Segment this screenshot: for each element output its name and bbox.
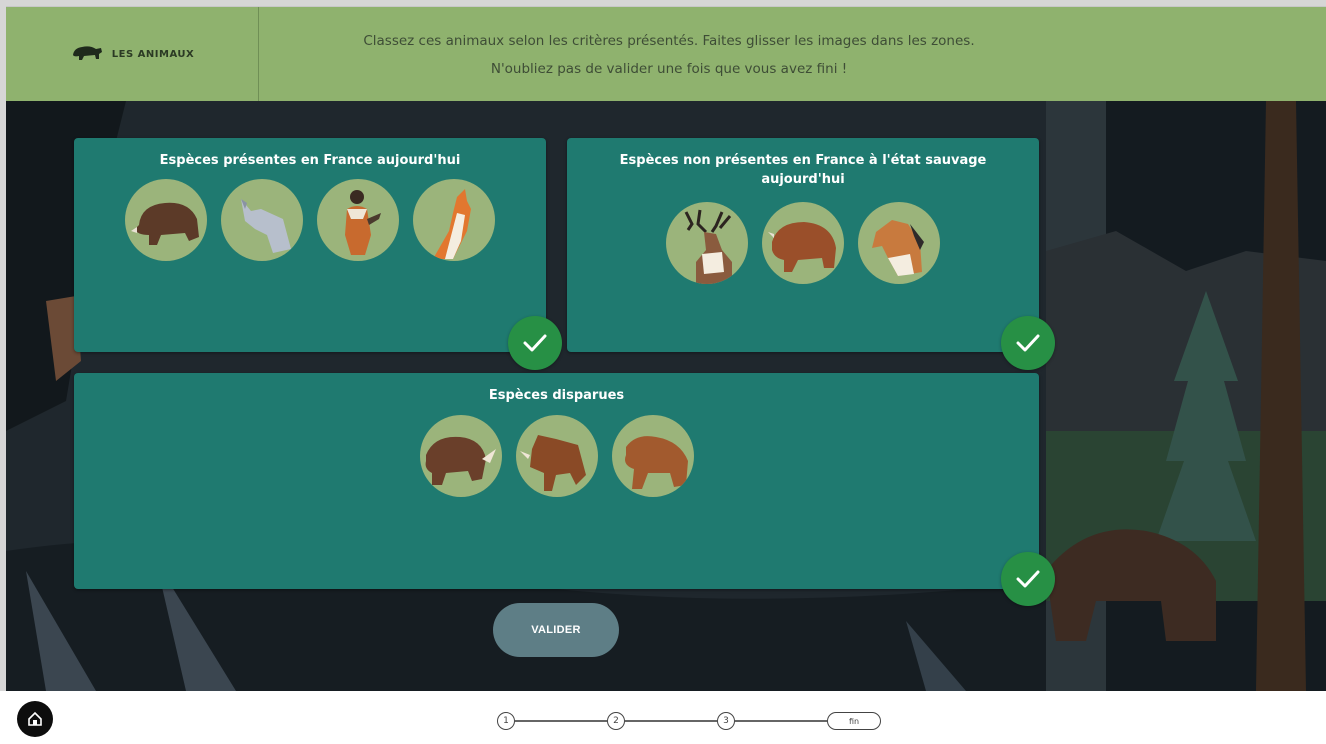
animal-card-chamois[interactable]	[413, 179, 495, 261]
step-connector	[625, 720, 717, 722]
home-icon	[28, 711, 42, 726]
human-icon	[345, 190, 381, 255]
instruction-line-1: Classez ces animaux selon les critères p…	[363, 32, 975, 49]
zone-1-validated-check-icon	[508, 316, 562, 370]
animal-card-cave-bear[interactable]	[611, 415, 694, 497]
step-connector	[735, 720, 827, 722]
step-connector	[515, 720, 607, 722]
progress-steps: 1 2 3 fin	[497, 709, 881, 733]
valider-button[interactable]: VALIDER	[493, 603, 619, 657]
home-button[interactable]	[17, 701, 53, 737]
animal-card-aurochs[interactable]	[515, 415, 598, 497]
instructions: Classez ces animaux selon les critères p…	[259, 7, 1079, 102]
bison-icon	[768, 222, 836, 272]
animal-card-bison[interactable]	[762, 202, 844, 284]
drop-zone-not-wild-in-france[interactable]: Espèces non présentes en France à l'état…	[567, 138, 1039, 352]
chamois-icon	[433, 189, 471, 259]
step-fin[interactable]: fin	[827, 712, 881, 730]
wild-boar-icon	[131, 202, 199, 245]
brand-label: LES ANIMAUX	[111, 49, 195, 60]
woolly-rhinoceros-icon	[425, 436, 496, 485]
zone-title: Espèces disparues	[488, 388, 625, 403]
brand: LES ANIMAUX	[6, 7, 259, 102]
zone-title: Espèces présentes en France aujourd'hui	[159, 153, 461, 168]
step-1[interactable]: 1	[497, 712, 515, 730]
aurochs-icon	[519, 435, 586, 491]
drop-zone-extinct[interactable]: Espèces disparues	[74, 373, 1039, 589]
animal-card-horse[interactable]	[858, 202, 940, 284]
activity-scene: Espèces présentes en France aujourd'hui	[6, 101, 1326, 691]
animal-card-reindeer[interactable]	[666, 202, 748, 284]
animal-card-woolly-rhinoceros[interactable]	[419, 415, 502, 497]
animal-card-human[interactable]	[317, 179, 399, 261]
drop-zone-present-in-france[interactable]: Espèces présentes en France aujourd'hui	[74, 138, 546, 352]
footer-bar: 1 2 3 fin	[0, 691, 1326, 744]
zone-2-validated-check-icon	[1001, 316, 1055, 370]
animal-logo-icon	[70, 43, 104, 67]
app-frame: LES ANIMAUX Classez ces animaux selon le…	[0, 0, 1326, 744]
animal-card-wild-boar[interactable]	[125, 179, 207, 261]
wolf-icon	[241, 199, 291, 253]
instruction-line-2: N'oubliez pas de valider une fois que vo…	[490, 60, 848, 77]
step-3[interactable]: 3	[717, 712, 735, 730]
reindeer-icon	[684, 209, 732, 284]
zone-3-validated-check-icon	[1001, 552, 1055, 606]
horse-icon	[872, 220, 924, 276]
step-2[interactable]: 2	[607, 712, 625, 730]
cave-bear-icon	[624, 436, 688, 489]
header-bar: LES ANIMAUX Classez ces animaux selon le…	[6, 6, 1326, 102]
zone-title: Espèces non présentes en France à l'état…	[619, 153, 987, 187]
animal-card-wolf[interactable]	[221, 179, 303, 261]
